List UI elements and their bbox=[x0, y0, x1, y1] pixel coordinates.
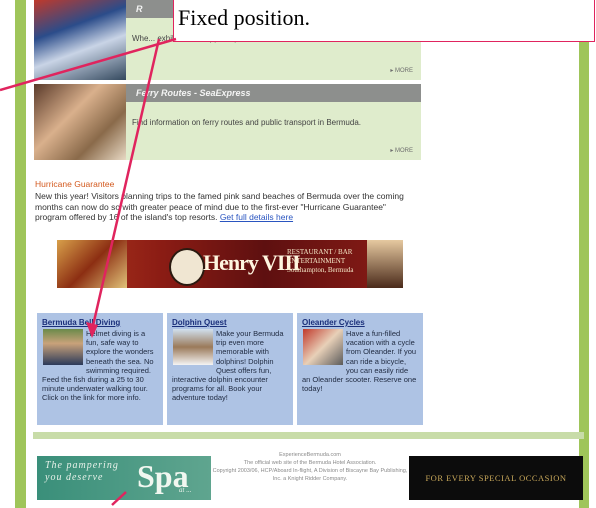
arrow-line-down bbox=[90, 38, 161, 331]
arrow-head bbox=[86, 322, 98, 338]
annotation-arrows bbox=[0, 37, 177, 506]
arrow-line-bottom bbox=[111, 491, 127, 506]
